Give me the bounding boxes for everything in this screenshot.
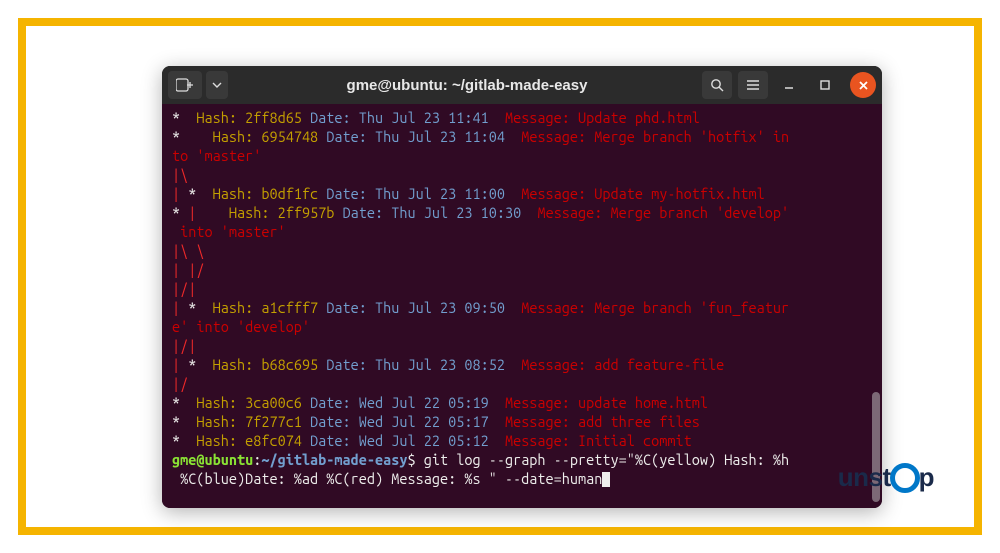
git-log-output: * Hash: 2ff8d65 Date: Thu Jul 23 11:41 M… — [172, 108, 874, 450]
prompt-dollar: $ — [408, 451, 424, 468]
search-button[interactable] — [702, 71, 732, 99]
tab-dropdown-button[interactable] — [206, 71, 228, 99]
unstop-logo: unstp — [838, 462, 934, 493]
search-icon — [710, 78, 724, 92]
content-frame: gme@ubuntu: ~/gitlab-made-easy — [18, 18, 982, 535]
minimize-button[interactable] — [774, 71, 804, 99]
menu-button[interactable] — [738, 71, 768, 99]
prompt-line: gme@ubuntu:~/gitlab-made-easy$ git log -… — [172, 450, 874, 488]
command-text-1: git log --graph --pretty="%C(yellow) Has… — [424, 451, 789, 468]
maximize-icon — [819, 79, 831, 91]
terminal-window: gme@ubuntu: ~/gitlab-made-easy — [162, 66, 882, 508]
cursor — [602, 472, 610, 487]
window-title: gme@ubuntu: ~/gitlab-made-easy — [232, 77, 702, 94]
maximize-button[interactable] — [810, 71, 840, 99]
new-tab-icon — [176, 78, 194, 92]
chevron-down-icon — [212, 82, 222, 88]
hamburger-icon — [746, 79, 760, 91]
logo-o-icon — [890, 463, 920, 493]
close-button[interactable] — [850, 72, 876, 98]
close-icon — [858, 80, 869, 91]
terminal-body[interactable]: * Hash: 2ff8d65 Date: Thu Jul 23 11:41 M… — [162, 104, 882, 508]
new-tab-button[interactable] — [168, 71, 202, 99]
command-text-2: %C(blue)Date: %ad %C(red) Message: %s " … — [172, 470, 602, 487]
prompt-userhost: gme@ubuntu — [172, 451, 253, 468]
minimize-icon — [783, 79, 795, 91]
prompt-path: ~/gitlab-made-easy — [261, 451, 407, 468]
window-titlebar: gme@ubuntu: ~/gitlab-made-easy — [162, 66, 882, 104]
